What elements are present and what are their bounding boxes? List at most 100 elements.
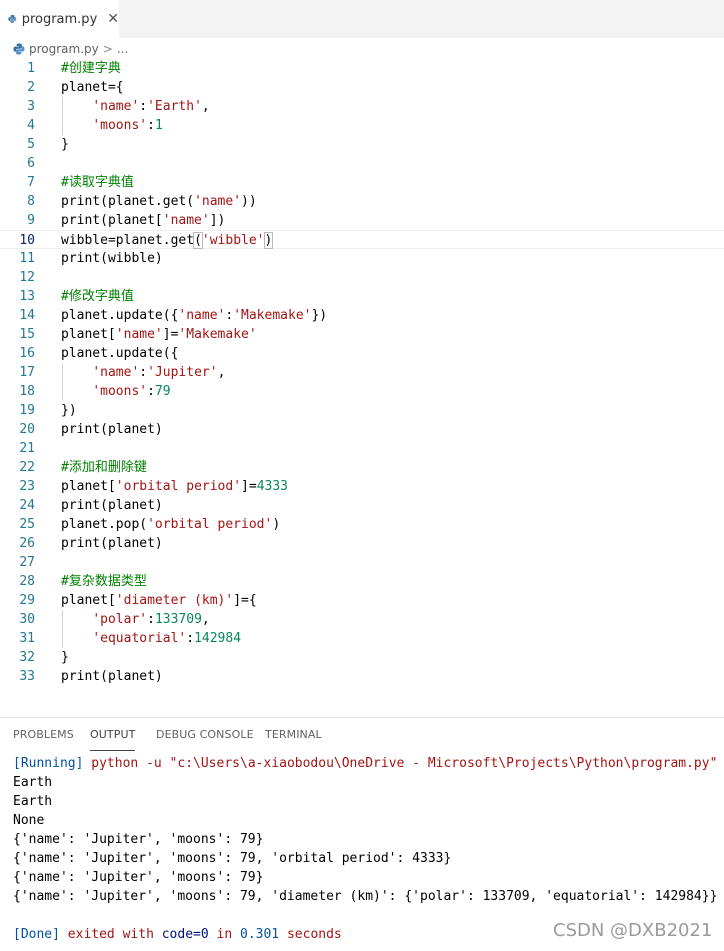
code-token: planet.update({ bbox=[61, 346, 179, 361]
code-token: 79 bbox=[154, 384, 171, 399]
code-text: planet['diameter (km)']={ bbox=[61, 591, 257, 610]
code-line[interactable]: 20 print(planet) bbox=[0, 420, 724, 439]
tab-problems[interactable]: PROBLEMS bbox=[13, 728, 74, 750]
code-line[interactable]: 15 planet['name']='Makemake' bbox=[0, 325, 724, 344]
code-token: : bbox=[139, 99, 148, 114]
breadcrumb-separator: > bbox=[102, 42, 113, 56]
code-line[interactable]: 3 'name':'Earth', bbox=[0, 97, 724, 116]
output-token: {'name': 'Jupiter', 'moons': 79} bbox=[13, 870, 264, 885]
code-token: print(planet) bbox=[61, 498, 163, 513]
code-editor[interactable]: 1 #创建字典 2 planet={3 'name':'Earth', 4 'moons… bbox=[0, 59, 724, 689]
breadcrumb: program.py > ... bbox=[13, 40, 128, 58]
code-line[interactable]: 1 #创建字典 bbox=[0, 59, 724, 78]
code-line[interactable]: 8 print(planet.get('name')) bbox=[0, 192, 724, 211]
code-line[interactable]: 25 planet.pop('orbital period') bbox=[0, 515, 724, 534]
line-number: 18 bbox=[19, 384, 35, 399]
line-number: 6 bbox=[27, 156, 35, 171]
code-text: 'polar':133709, bbox=[61, 610, 209, 629]
line-number: 20 bbox=[19, 422, 35, 437]
code-token: 'Earth' bbox=[147, 99, 202, 114]
code-line[interactable]: 21 bbox=[0, 439, 724, 458]
breadcrumb-more[interactable]: ... bbox=[117, 42, 128, 56]
line-number: 27 bbox=[19, 555, 35, 570]
output-token: exited with bbox=[67, 927, 162, 942]
code-line[interactable]: 9 print(planet['name']) bbox=[0, 211, 724, 230]
tab-program-py[interactable]: program.py ✕ bbox=[0, 0, 119, 38]
code-line[interactable]: 18 'moons':79 bbox=[0, 382, 724, 401]
output-token: python -u "c:\Users\a-xiaobodou\OneDrive… bbox=[91, 756, 718, 771]
code-line[interactable]: 13 #修改字典值 bbox=[0, 287, 724, 306]
watermark: CSDN @DXB2021 bbox=[553, 920, 713, 941]
line-number: 15 bbox=[19, 327, 35, 342]
code-token: planet.update({ bbox=[61, 308, 179, 323]
output-line: Earth bbox=[13, 792, 724, 811]
code-text: wibble=planet.get('wibble') bbox=[61, 231, 274, 250]
code-line[interactable]: 5} bbox=[0, 135, 724, 154]
code-line[interactable]: 7 #读取字典值 bbox=[0, 173, 724, 192]
code-token: 'diameter (km)' bbox=[115, 593, 234, 608]
code-token: ]={ bbox=[233, 593, 257, 608]
code-token: : bbox=[139, 365, 148, 380]
code-line[interactable]: 27 bbox=[0, 553, 724, 572]
line-number: 22 bbox=[19, 460, 35, 475]
code-line[interactable]: 4 'moons':1 bbox=[0, 116, 724, 135]
code-line[interactable]: 28 #复杂数据类型 bbox=[0, 572, 724, 591]
line-number: 19 bbox=[19, 403, 35, 418]
breadcrumb-file[interactable]: program.py bbox=[29, 42, 99, 56]
code-token: ) bbox=[272, 517, 281, 532]
code-token: 133709 bbox=[154, 612, 202, 627]
code-token: 'Makemake' bbox=[178, 327, 257, 342]
code-line[interactable]: 6 bbox=[0, 154, 724, 173]
code-line[interactable]: 33 print(planet) bbox=[0, 667, 724, 686]
code-line[interactable]: 14 planet.update({'name':'Makemake'}) bbox=[0, 306, 724, 325]
output-panel[interactable]: [Running] python -u "c:\Users\a-xiaobodo… bbox=[13, 754, 724, 944]
code-line[interactable]: 2 planet={ bbox=[0, 78, 724, 97]
code-token: } bbox=[61, 137, 69, 152]
code-token: , bbox=[201, 99, 210, 114]
line-number: 13 bbox=[19, 289, 35, 304]
code-line[interactable]: 19}) bbox=[0, 401, 724, 420]
line-number: 29 bbox=[19, 593, 35, 608]
tab-debug-console[interactable]: DEBUG CONSOLE bbox=[156, 728, 254, 750]
line-number: 16 bbox=[19, 346, 35, 361]
code-text: print(planet) bbox=[61, 420, 163, 439]
code-line[interactable]: 29 planet['diameter (km)']={ bbox=[0, 591, 724, 610]
close-icon[interactable]: ✕ bbox=[107, 11, 119, 27]
indent-guide bbox=[62, 363, 63, 401]
code-line[interactable]: 31 'equatorial':142984 bbox=[0, 629, 724, 648]
output-token: [Done] bbox=[13, 927, 68, 942]
code-token: 4333 bbox=[256, 479, 288, 494]
code-token: ]= bbox=[162, 327, 179, 342]
indent-guide bbox=[62, 97, 63, 135]
code-line[interactable]: 30 'polar':133709, bbox=[0, 610, 724, 629]
code-text: #创建字典 bbox=[61, 59, 121, 78]
code-text: 'moons':79 bbox=[61, 382, 171, 401]
line-number: 14 bbox=[19, 308, 35, 323]
code-text: planet={ bbox=[61, 78, 124, 97]
code-line[interactable]: 10 wibble=planet.get('wibble') bbox=[0, 230, 724, 249]
code-token: 'moons' bbox=[92, 384, 148, 399]
code-line[interactable]: 12 bbox=[0, 268, 724, 287]
code-token: print(planet) bbox=[61, 422, 163, 437]
code-line[interactable]: 11 print(wibble) bbox=[0, 249, 724, 268]
code-line[interactable]: 32} bbox=[0, 648, 724, 667]
code-line[interactable]: 22 #添加和删除键 bbox=[0, 458, 724, 477]
code-line[interactable]: 23 planet['orbital period']=4333 bbox=[0, 477, 724, 496]
line-number: 1 bbox=[27, 61, 35, 76]
output-token: {'name': 'Jupiter', 'moons': 79, 'orbita… bbox=[13, 851, 452, 866]
code-line[interactable]: 16 planet.update({ bbox=[0, 344, 724, 363]
code-token: print(planet.get( bbox=[61, 194, 195, 209]
output-line: {'name': 'Jupiter', 'moons': 79, 'orbita… bbox=[13, 849, 724, 868]
tab-output[interactable]: OUTPUT bbox=[90, 728, 136, 751]
code-line[interactable]: 24 print(planet) bbox=[0, 496, 724, 515]
code-text: #添加和删除键 bbox=[61, 458, 147, 477]
output-line: Earth bbox=[13, 773, 724, 792]
code-text: } bbox=[61, 648, 69, 667]
code-line[interactable]: 26 print(planet) bbox=[0, 534, 724, 553]
line-number: 31 bbox=[19, 631, 35, 646]
tab-terminal[interactable]: TERMINAL bbox=[265, 728, 322, 750]
code-line[interactable]: 17 'name':'Jupiter', bbox=[0, 363, 724, 382]
code-token: }) bbox=[311, 308, 328, 323]
